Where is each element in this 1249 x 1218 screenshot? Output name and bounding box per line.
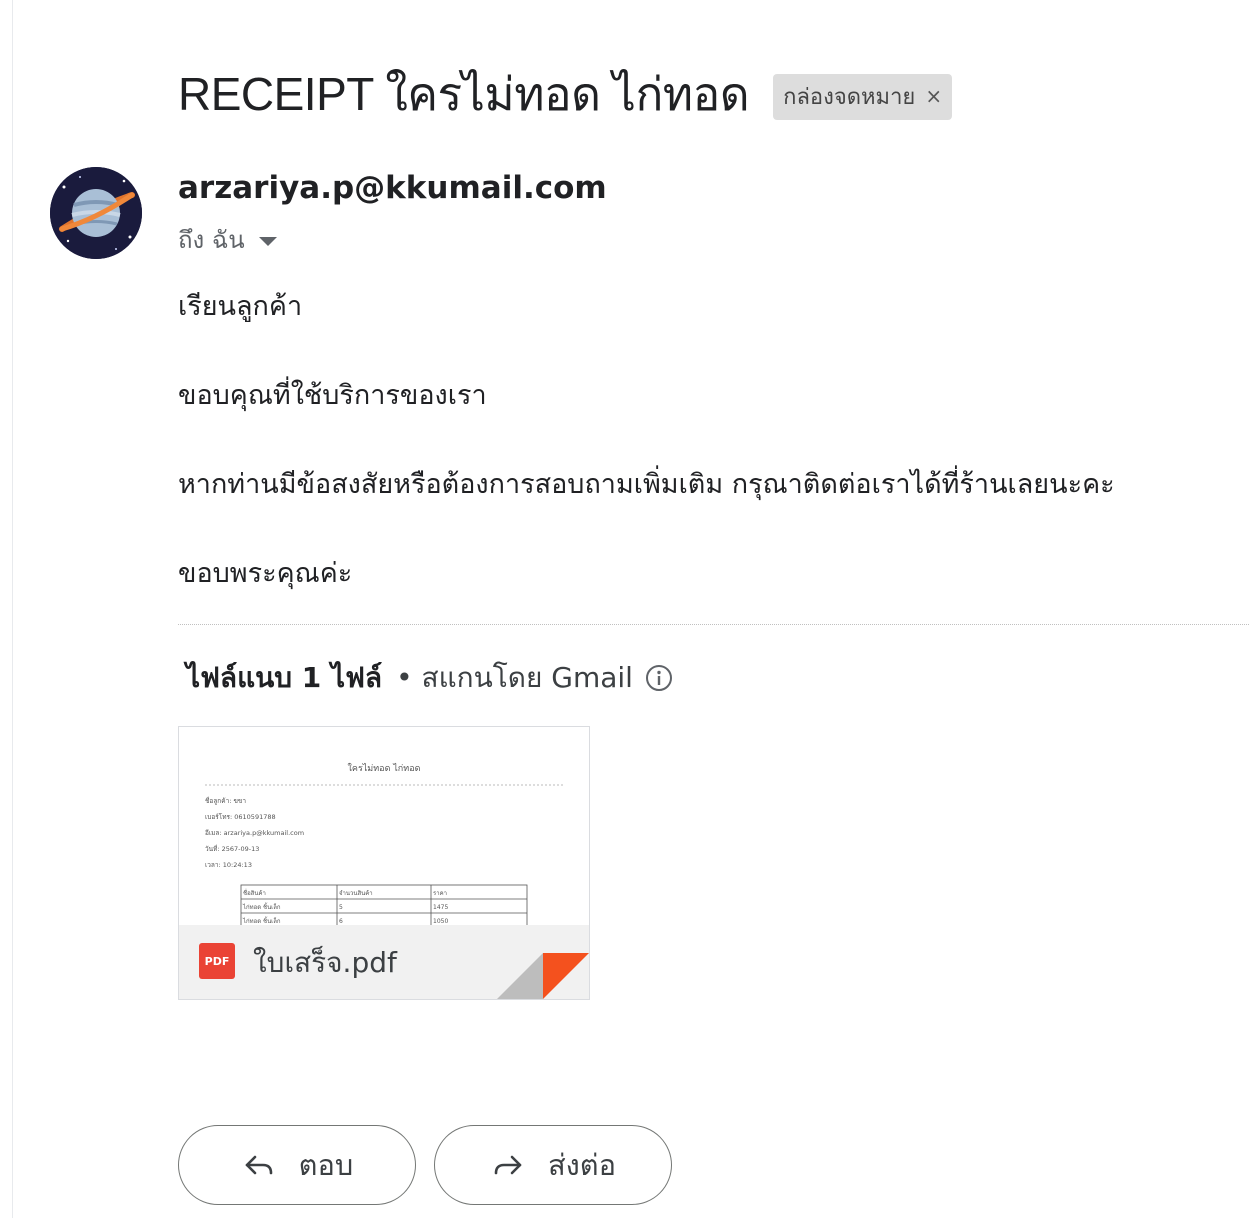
forward-button[interactable]: ส่งต่อ xyxy=(434,1125,672,1205)
forward-icon xyxy=(494,1155,522,1175)
svg-text:เวลา: 10:24:13: เวลา: 10:24:13 xyxy=(205,861,252,869)
attachments-header: ไฟล์แนบ 1 ไฟล์ • สแกนโดย Gmail xyxy=(186,656,675,700)
body-closing: ขอบพระคุณค่ะ xyxy=(178,558,353,589)
subject-row: RECEIPT ใครไม่ทอด ไก่ทอด กล่องจดหมาย × xyxy=(178,58,953,131)
svg-text:1050: 1050 xyxy=(433,918,448,925)
reply-icon xyxy=(245,1155,272,1175)
recipient-row: ถึง ฉัน xyxy=(178,220,277,259)
email-subject: RECEIPT ใครไม่ทอด ไก่ทอด xyxy=(178,68,750,120)
recipient-label: ถึง ฉัน xyxy=(178,226,245,254)
receipt-preview-image: ใครไม่ทอด ไก่ทอด ชื่อลูกค้า: ขขา เบอร์โท… xyxy=(179,727,589,925)
attachment-card[interactable]: ใครไม่ทอด ไก่ทอด ชื่อลูกค้า: ขขา เบอร์โท… xyxy=(178,726,590,1000)
preview-title: ใครไม่ทอด ไก่ทอด xyxy=(348,763,421,774)
body-contact: หากท่านมีข้อสงสัยหรือต้องการสอบถามเพิ่มเ… xyxy=(178,469,1115,500)
planet-icon xyxy=(50,167,142,259)
reply-button[interactable]: ตอบ xyxy=(178,1125,416,1205)
scan-note: • สแกนโดย Gmail xyxy=(396,661,633,694)
svg-text:วันที่: 2567-09-13: วันที่: 2567-09-13 xyxy=(205,844,259,853)
svg-text:ชื่อสินค้า: ชื่อสินค้า xyxy=(243,889,266,897)
reply-label: ตอบ xyxy=(298,1148,354,1182)
attachment-preview: ใครไม่ทอด ไก่ทอด ชื่อลูกค้า: ขขา เบอร์โท… xyxy=(179,727,589,925)
svg-text:ราคา: ราคา xyxy=(433,890,447,897)
svg-text:5: 5 xyxy=(339,904,343,911)
svg-text:1475: 1475 xyxy=(433,904,448,911)
svg-text:เบอร์โทร: 0610591788: เบอร์โทร: 0610591788 xyxy=(205,813,276,821)
svg-text:อีเมล: arzariya.p@kkumail.com: อีเมล: arzariya.p@kkumail.com xyxy=(205,829,304,837)
svg-text:6: 6 xyxy=(339,918,343,925)
inbox-label-chip[interactable]: กล่องจดหมาย × xyxy=(773,73,953,120)
forward-label: ส่งต่อ xyxy=(547,1148,617,1182)
body-thanks: ขอบคุณที่ใช้บริการของเรา xyxy=(178,380,487,411)
attachments-divider xyxy=(178,624,1249,625)
left-border xyxy=(12,0,13,1218)
svg-text:จำนวนสินค้า: จำนวนสินค้า xyxy=(339,890,373,897)
label-chip-text: กล่องจดหมาย xyxy=(783,84,916,110)
body-greeting: เรียนลูกค้า xyxy=(178,291,303,322)
attachment-footer: PDF ใบเสร็จ.pdf xyxy=(179,925,589,999)
page-fold-icon xyxy=(497,953,589,999)
details-dropdown-icon[interactable] xyxy=(258,237,277,246)
svg-text:ชื่อลูกค้า: ขขา: ชื่อลูกค้า: ขขา xyxy=(205,796,246,805)
attachment-filename: ใบเสร็จ.pdf xyxy=(253,946,397,979)
sender-address: arzariya.p@kkumail.com xyxy=(178,170,607,206)
sender-avatar[interactable] xyxy=(50,167,142,259)
label-remove-icon[interactable]: × xyxy=(925,84,942,108)
attachment-count: ไฟล์แนบ 1 ไฟล์ xyxy=(186,661,383,694)
info-icon[interactable] xyxy=(643,662,675,694)
pdf-file-icon: PDF xyxy=(199,943,235,979)
